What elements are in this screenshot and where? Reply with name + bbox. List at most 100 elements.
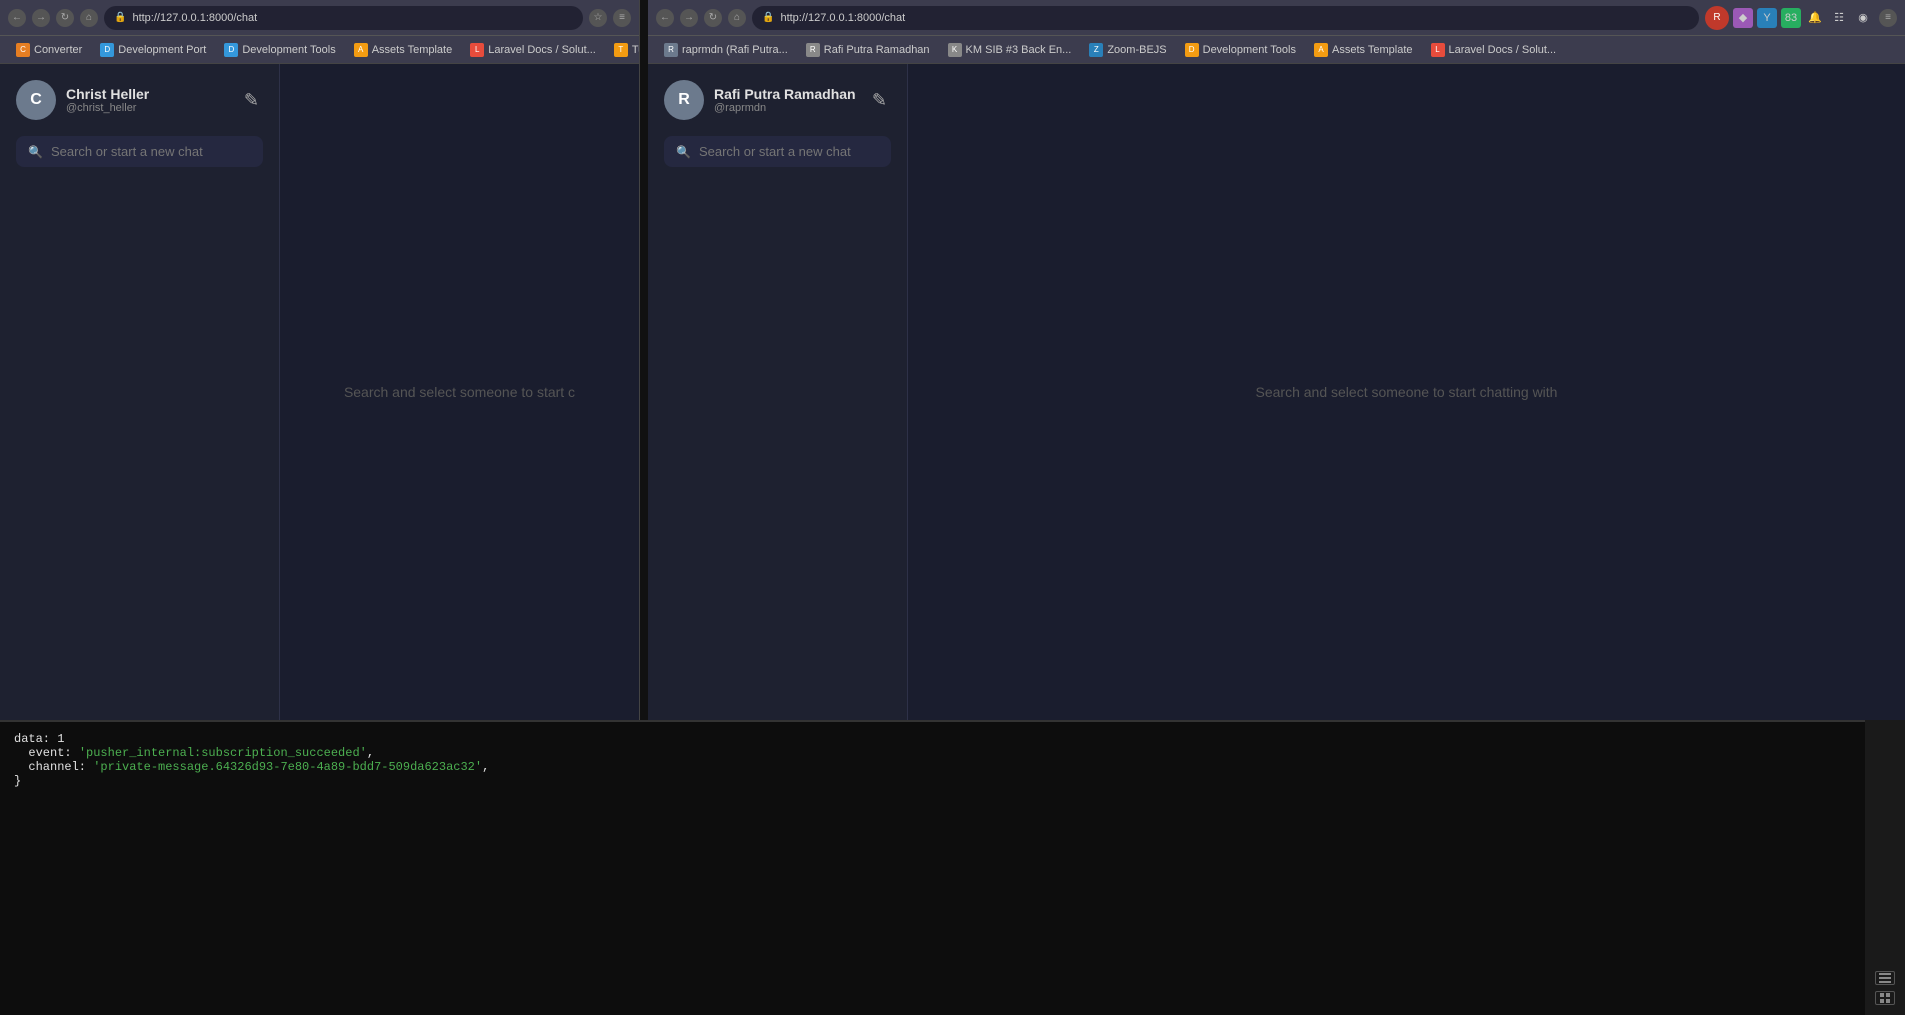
rafi-favicon: R [806,43,820,57]
assets-favicon: A [354,43,368,57]
right-bookmark-assets[interactable]: A Assets Template [1306,41,1421,59]
right-bookmark-devtools[interactable]: D Development Tools [1177,41,1304,59]
back-button[interactable]: ← [8,9,26,27]
menu-button[interactable]: ≡ [613,9,631,27]
right-bookmark-rafi[interactable]: R Rafi Putra Ramadhan [798,41,938,59]
right-sidebar: R Rafi Putra Ramadhan @raprmdn ✎ 🔍 [648,64,908,720]
left-user-handle: @christ_heller [66,102,149,114]
right-reload-button[interactable]: ↻ [704,9,722,27]
right-user-name: Rafi Putra Ramadhan [714,86,856,102]
right-bookmark-raprmdn-label: raprmdn (Rafi Putra... [682,44,788,56]
address-bar-left[interactable]: 🔒 http://127.0.0.1:8000/chat [104,6,583,30]
right-bookmark-zoom-label: Zoom-BEJS [1107,44,1166,56]
right-avatar: R [664,80,704,120]
right-assets-favicon: A [1314,43,1328,57]
left-user-header: C Christ Heller @christ_heller ✎ [16,80,263,120]
address-bar-right[interactable]: 🔒 http://127.0.0.1:8000/chat [752,6,1699,30]
right-bookmark-km[interactable]: K KM SIB #3 Back En... [940,41,1080,59]
bookmark-devtools[interactable]: D Development Tools [216,41,343,59]
right-search-icon: 🔍 [676,145,691,159]
left-new-chat-button[interactable]: ✎ [240,86,263,115]
right-bookmark-laravel[interactable]: L Laravel Docs / Solut... [1423,41,1565,59]
left-search-input[interactable] [51,144,251,159]
right-bookmark-km-label: KM SIB #3 Back En... [966,44,1072,56]
ext-icon-3[interactable]: 83 [1781,8,1801,28]
left-empty-chat-text: Search and select someone to start c [344,384,575,400]
right-back-button[interactable]: ← [656,9,674,27]
left-app-content: C Christ Heller @christ_heller ✎ 🔍 Searc… [0,64,639,720]
terminal-text-1: data: 1 [14,732,64,746]
right-bookmark-devtools-label: Development Tools [1203,44,1296,56]
left-search-box[interactable]: 🔍 [16,136,263,167]
right-app-content: R Rafi Putra Ramadhan @raprmdn ✎ 🔍 Searc… [648,64,1905,720]
right-lock-icon: 🔒 [762,12,774,23]
left-browser: ← → ↻ ⌂ 🔒 http://127.0.0.1:8000/chat ☆ ≡… [0,0,640,720]
left-nav-bar: ← → ↻ ⌂ 🔒 http://127.0.0.1:8000/chat ☆ ≡ [0,0,639,36]
right-home-button[interactable]: ⌂ [728,9,746,27]
left-user-name: Christ Heller [66,86,149,102]
reload-button[interactable]: ↻ [56,9,74,27]
bookmark-button[interactable]: ☆ [589,9,607,27]
terminal: data: 1 event: 'pusher_internal:subscrip… [0,720,1905,1015]
right-search-input[interactable] [699,144,879,159]
terminal-line-3: channel: 'private-message.64326d93-7e80-… [14,760,1891,774]
terminal-icon-2[interactable] [1875,991,1895,1005]
terminal-icon-1[interactable] [1875,971,1895,985]
right-new-chat-button[interactable]: ✎ [868,86,891,115]
bookmark-tutorial[interactable]: T Tutorial [606,41,639,59]
right-forward-button[interactable]: → [680,9,698,27]
tutorial-favicon: T [614,43,628,57]
bookmark-laravel[interactable]: L Laravel Docs / Solut... [462,41,604,59]
terminal-line-1: data: 1 [14,732,1891,746]
bookmark-converter[interactable]: C Converter [8,41,90,59]
right-menu-button[interactable]: ≡ [1879,9,1897,27]
lock-icon: 🔒 [114,12,126,23]
right-nav-bar: ← → ↻ ⌂ 🔒 http://127.0.0.1:8000/chat R ◆… [648,0,1905,36]
ext-icon-6[interactable]: ◉ [1853,8,1873,28]
right-bookmark-rafi-label: Rafi Putra Ramadhan [824,44,930,56]
right-laravel-favicon: L [1431,43,1445,57]
devtools-favicon: D [224,43,238,57]
terminal-text-2c: , [367,746,374,760]
ext-icon-5[interactable]: ☷ [1829,8,1849,28]
bookmark-assets[interactable]: A Assets Template [346,41,461,59]
converter-favicon: C [16,43,30,57]
right-bookmark-laravel-label: Laravel Docs / Solut... [1449,44,1557,56]
right-avatar-letter: R [678,91,690,109]
left-bookmarks-bar: C Converter D Development Port D Develop… [0,36,639,64]
left-user-info: C Christ Heller @christ_heller [16,80,149,120]
right-devtools-favicon: D [1185,43,1199,57]
browser-divider [640,0,648,720]
raprmdn-favicon: R [664,43,678,57]
bookmark-tutorial-label: Tutorial [632,44,639,56]
ext-icon-1[interactable]: ◆ [1733,8,1753,28]
terminal-text-3a: channel: [14,760,93,774]
ext-icon-4[interactable]: 🔔 [1805,8,1825,28]
forward-button[interactable]: → [32,9,50,27]
zoom-favicon: Z [1089,43,1103,57]
right-ext-icons: R ◆ Y 83 🔔 ☷ ◉ [1705,6,1873,30]
bookmark-laravel-label: Laravel Docs / Solut... [488,44,596,56]
right-user-info: R Rafi Putra Ramadhan @raprmdn [664,80,856,120]
bookmark-converter-label: Converter [34,44,82,56]
km-favicon: K [948,43,962,57]
left-sidebar: C Christ Heller @christ_heller ✎ 🔍 [0,64,280,720]
home-button[interactable]: ⌂ [80,9,98,27]
bookmark-assets-label: Assets Template [372,44,453,56]
bookmark-devport-label: Development Port [118,44,206,56]
right-profile-icon[interactable]: R [1705,6,1729,30]
right-empty-chat-text: Search and select someone to start chatt… [1256,384,1558,400]
bookmark-devtools-label: Development Tools [242,44,335,56]
terminal-line-4: } [14,774,1891,788]
right-bookmark-assets-label: Assets Template [1332,44,1413,56]
bookmark-devport[interactable]: D Development Port [92,41,214,59]
right-bookmark-zoom[interactable]: Z Zoom-BEJS [1081,41,1174,59]
left-search-icon: 🔍 [28,145,43,159]
right-bookmark-raprmdn[interactable]: R raprmdn (Rafi Putra... [656,41,796,59]
right-search-box[interactable]: 🔍 [664,136,891,167]
devport-favicon: D [100,43,114,57]
terminal-text-4: } [14,774,21,788]
ext-icon-2[interactable]: Y [1757,8,1777,28]
left-avatar-letter: C [30,91,42,109]
terminal-line-2: event: 'pusher_internal:subscription_suc… [14,746,1891,760]
